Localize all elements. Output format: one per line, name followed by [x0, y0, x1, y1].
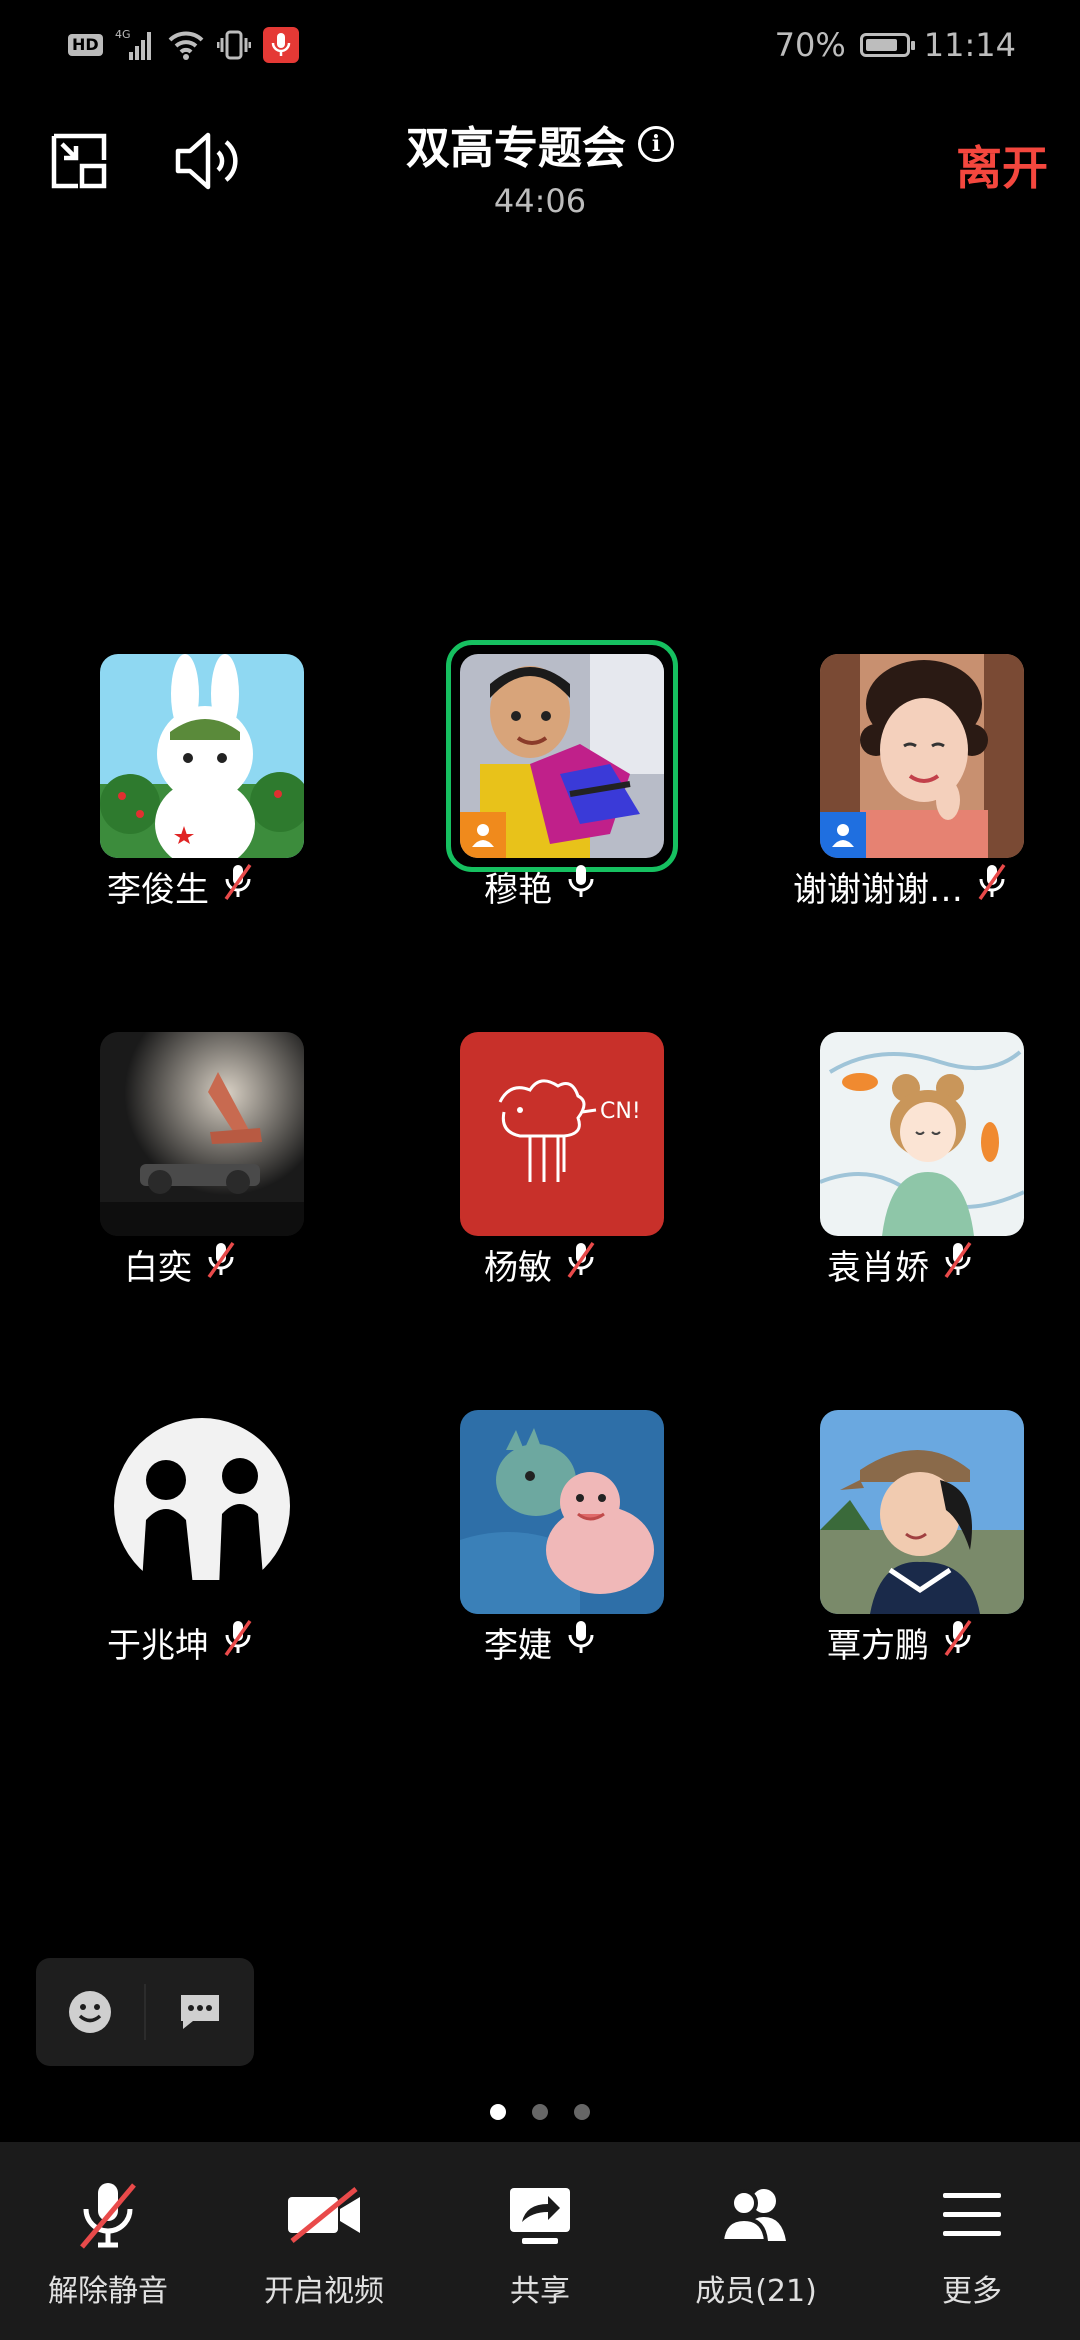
svg-text:CN!: CN!	[600, 1099, 641, 1124]
participant-name-row: 覃方鹏	[720, 1618, 1080, 1667]
chat-button[interactable]	[146, 1958, 254, 2066]
cohost-badge	[820, 812, 866, 858]
participant-tile[interactable]: 覃方鹏	[720, 1388, 1080, 1708]
mic-muted-icon	[223, 863, 253, 910]
cellular-signal-icon: 4G	[115, 28, 155, 62]
unmute-button[interactable]: 解除静音	[0, 2142, 216, 2340]
host-badge	[460, 812, 506, 858]
share-label: 共享	[510, 2274, 570, 2309]
participant-name-row: 谢谢谢谢…	[720, 862, 1080, 911]
participant-tile[interactable]: 袁肖娇	[720, 1010, 1080, 1330]
avatar	[100, 1032, 304, 1236]
more-label: 更多	[942, 2274, 1002, 2309]
mic-muted-icon	[223, 1619, 253, 1666]
members-button[interactable]: 成员(21)	[648, 2142, 864, 2340]
participant-name: 覃方鹏	[827, 1626, 929, 1666]
avatar	[100, 1410, 304, 1614]
participant-tile[interactable]: 穆艳	[360, 632, 720, 952]
unmute-label: 解除静音	[48, 2274, 168, 2309]
person-icon	[472, 824, 494, 847]
meeting-info-icon[interactable]: i	[638, 126, 674, 162]
participant-tile[interactable]: 李婕	[360, 1388, 720, 1708]
participant-name: 白奕	[124, 1248, 192, 1288]
meeting-header: 双高专题会 i 44:06	[0, 112, 1080, 220]
mic-muted-icon	[943, 1241, 973, 1288]
status-bar-left: HD 4G	[68, 24, 299, 66]
participant-name-row: 白奕	[0, 1240, 360, 1289]
avatar	[820, 654, 1024, 858]
participant-tile[interactable]: 于兆坤	[0, 1388, 360, 1708]
mic-on-icon	[566, 863, 596, 910]
share-button[interactable]: 共享	[432, 2142, 648, 2340]
mic-on-icon	[566, 1619, 596, 1666]
clock: 11:14	[923, 26, 1016, 64]
video-off-icon	[284, 2170, 364, 2260]
meeting-timer: 44:06	[493, 182, 587, 220]
avatar	[820, 1032, 1024, 1236]
page-indicator	[0, 2104, 1080, 2120]
emoji-reaction-button[interactable]	[36, 1958, 144, 2066]
participant-tile[interactable]: 谢谢谢谢…	[720, 632, 1080, 952]
leave-button[interactable]: 离开	[956, 132, 1048, 198]
mic-muted-icon	[977, 863, 1007, 910]
participant-name-row: 袁肖娇	[720, 1240, 1080, 1289]
mic-muted-icon	[566, 1241, 596, 1288]
wifi-icon	[167, 30, 205, 60]
hd-indicator: HD	[68, 34, 103, 56]
bottom-toolbar: 解除静音 开启视频 共享 成员(21) 更多	[0, 2142, 1080, 2340]
mic-muted-icon	[206, 1241, 236, 1288]
avatar: CN!	[460, 1032, 664, 1236]
participant-name: 谢谢谢谢…	[793, 870, 963, 910]
start-video-label: 开启视频	[264, 2274, 384, 2309]
participant-name: 穆艳	[484, 870, 552, 910]
vibrate-icon	[216, 29, 251, 61]
hamburger-menu-icon	[941, 2170, 1003, 2260]
page-dot[interactable]	[574, 2104, 590, 2120]
participant-name: 于兆坤	[107, 1626, 209, 1666]
page-dot-active[interactable]	[490, 2104, 506, 2120]
participant-name: 袁肖娇	[827, 1248, 929, 1288]
page-dot[interactable]	[532, 2104, 548, 2120]
participant-name-row: 穆艳	[360, 862, 720, 911]
participant-name-row: 李婕	[360, 1618, 720, 1667]
battery-percent: 70%	[774, 26, 846, 64]
person-icon	[832, 824, 854, 847]
chat-bubble-icon	[181, 1995, 219, 2029]
reaction-chat-bar	[36, 1958, 254, 2066]
participant-name-row: 李俊生	[0, 862, 360, 911]
participant-tile[interactable]: CN! 杨敏	[360, 1010, 720, 1330]
participant-name-row: 于兆坤	[0, 1618, 360, 1667]
members-label: 成员(21)	[695, 2274, 817, 2309]
avatar	[460, 654, 664, 858]
participant-tile[interactable]: 李俊生	[0, 632, 360, 952]
battery-icon	[859, 33, 915, 57]
start-video-button[interactable]: 开启视频	[216, 2142, 432, 2340]
participant-name-row: 杨敏	[360, 1240, 720, 1289]
status-bar-right: 70% 11:14	[775, 24, 1016, 66]
more-button[interactable]: 更多	[864, 2142, 1080, 2340]
participant-name: 李俊生	[107, 870, 209, 910]
avatar	[820, 1410, 1024, 1614]
avatar	[460, 1410, 664, 1614]
network-type-label: 4G	[115, 28, 131, 41]
recording-mic-icon	[262, 27, 299, 63]
participant-tile[interactable]: 白奕	[0, 1010, 360, 1330]
share-screen-icon	[508, 2170, 572, 2260]
members-icon	[718, 2170, 794, 2260]
mic-off-icon	[76, 2170, 140, 2260]
avatar	[100, 654, 304, 858]
meeting-title: 双高专题会	[406, 123, 626, 174]
mic-muted-icon	[943, 1619, 973, 1666]
participant-name: 杨敏	[484, 1248, 552, 1288]
participant-name: 李婕	[484, 1626, 552, 1666]
smiley-icon	[69, 1991, 111, 2033]
